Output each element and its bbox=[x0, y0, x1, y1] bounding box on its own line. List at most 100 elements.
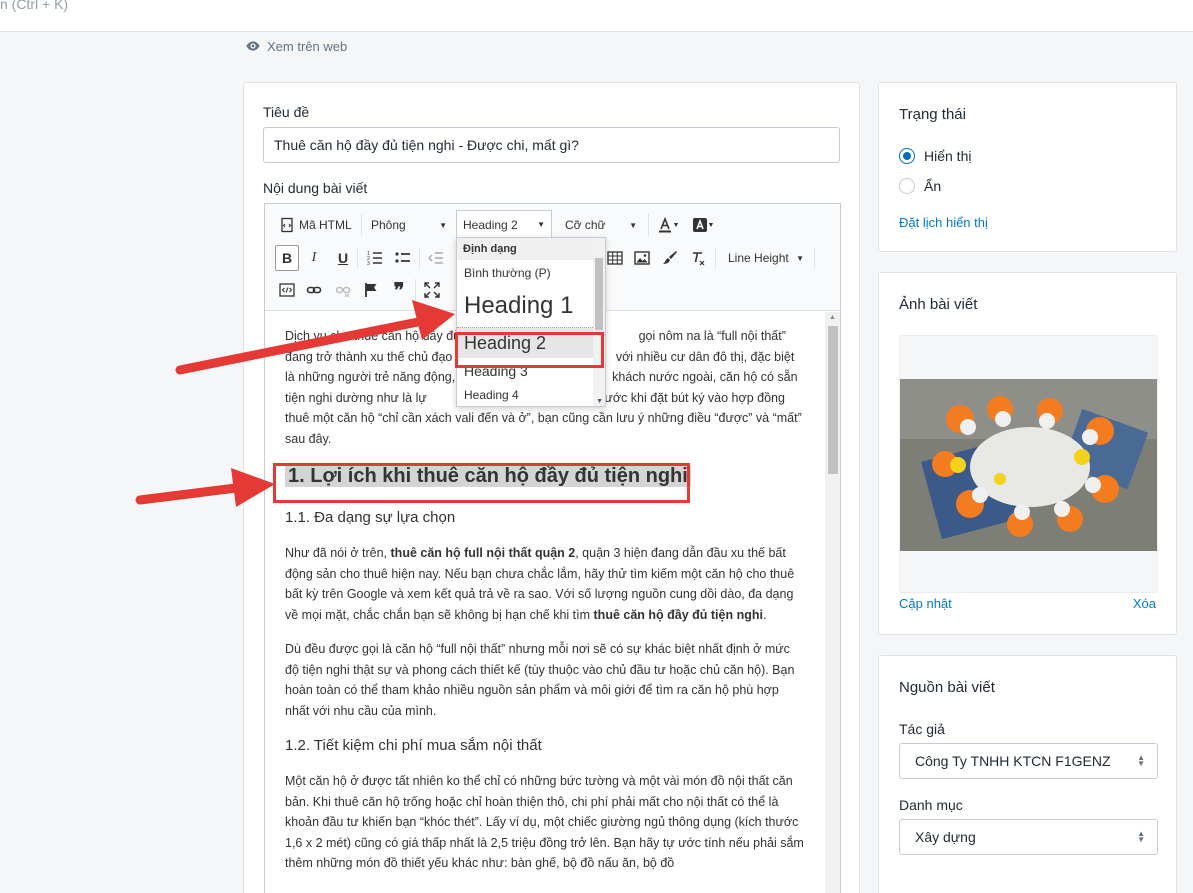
bold-keyword: thuê căn hộ full nội thất quận 2 bbox=[390, 546, 576, 560]
clear-format-button[interactable] bbox=[686, 245, 710, 271]
format-dropdown[interactable]: Heading 2 ▼ bbox=[456, 210, 552, 238]
category-label: Danh mục bbox=[899, 797, 963, 813]
bold-button[interactable]: B bbox=[275, 245, 299, 271]
status-option-label: Hiển thị bbox=[924, 148, 972, 164]
code-view-icon bbox=[279, 283, 295, 297]
caret-down-icon: ▼ bbox=[439, 220, 447, 230]
unordered-list-button[interactable] bbox=[391, 245, 415, 271]
anchor-button[interactable] bbox=[359, 277, 383, 303]
radio-unchecked-icon[interactable] bbox=[899, 178, 915, 194]
outdent-button[interactable] bbox=[424, 245, 448, 271]
insert-image-button[interactable] bbox=[630, 245, 654, 271]
ordered-list-button[interactable]: 123 bbox=[363, 245, 387, 271]
insert-link-button[interactable] bbox=[302, 277, 326, 303]
format-option-normal[interactable]: Bình thường (P) bbox=[457, 260, 605, 286]
category-select[interactable]: Xây dựng ▲ ▼ bbox=[899, 819, 1158, 855]
scroll-up-icon[interactable]: ▲ bbox=[829, 314, 836, 321]
toolbar-separator bbox=[357, 247, 358, 269]
status-title: Trạng thái bbox=[899, 106, 966, 123]
font-family-label: Phông bbox=[371, 218, 406, 232]
italic-button[interactable]: I bbox=[302, 245, 326, 271]
eye-icon bbox=[246, 41, 260, 51]
format-menu-header: Định dạng bbox=[457, 238, 605, 260]
status-card: Trạng thái Hiển thị Ẩn Đặt lịch hiển thị bbox=[878, 82, 1177, 252]
unlink-button[interactable] bbox=[331, 277, 355, 303]
table-button[interactable] bbox=[603, 245, 627, 271]
format-menu-scroll-thumb[interactable] bbox=[595, 258, 603, 330]
format-option-heading-1[interactable]: Heading 1 bbox=[457, 286, 605, 328]
heading-3-block: 1.2. Tiết kiệm chi phí mua sắm nội thất bbox=[285, 737, 542, 754]
paragraph-text: Như đã nói ở trên, bbox=[285, 546, 391, 560]
paragraph: Dù đều được gọi là căn hộ “full nội thất… bbox=[285, 642, 795, 718]
toolbar-separator bbox=[419, 247, 420, 269]
image-title: Ảnh bài viết bbox=[899, 296, 978, 313]
font-size-dropdown[interactable]: Cỡ chữ ▼ bbox=[559, 212, 643, 238]
select-arrows-icon: ▲ ▼ bbox=[1137, 753, 1145, 768]
delete-image-link[interactable]: Xóa bbox=[1133, 596, 1156, 611]
paragraph: Một căn hộ ở được tất nhiên ko thể chỉ c… bbox=[285, 774, 804, 870]
heading-text-highlight-box bbox=[273, 463, 690, 503]
fullscreen-button[interactable] bbox=[420, 277, 444, 303]
caret-down-icon: ▼ bbox=[672, 221, 680, 229]
schedule-link[interactable]: Đặt lịch hiển thị bbox=[899, 215, 988, 230]
flag-icon bbox=[365, 283, 377, 297]
format-dropdown-menu: Định dạng Bình thường (P) Heading 1 Head… bbox=[456, 237, 606, 407]
ordered-list-icon: 123 bbox=[367, 251, 382, 266]
radio-checked-icon[interactable] bbox=[899, 148, 915, 164]
status-option-label: Ẩn bbox=[924, 178, 942, 194]
underline-button[interactable]: U bbox=[331, 245, 355, 271]
search-hint[interactable]: n (Ctrl + K) bbox=[0, 0, 68, 12]
format-option-heading-4[interactable]: Heading 4 bbox=[457, 384, 605, 404]
intro-text-1: Dịch vụ cho thuê căn hộ đầy đủ bbox=[285, 329, 464, 343]
paragraph-text: . bbox=[762, 607, 767, 622]
bg-color-icon bbox=[692, 218, 707, 232]
construction-workers-photo bbox=[900, 379, 1157, 551]
toolbar-separator bbox=[415, 279, 416, 301]
author-select[interactable]: Công Ty TNHH KTCN F1GENZ ▲ ▼ bbox=[899, 743, 1158, 779]
html-code-icon bbox=[281, 217, 293, 233]
content-label: Nội dung bài viết bbox=[263, 180, 368, 196]
format-painter-button[interactable] bbox=[658, 245, 682, 271]
image-icon bbox=[634, 251, 650, 265]
toolbar-separator bbox=[814, 247, 815, 269]
line-height-label: Line Height bbox=[728, 251, 789, 265]
editor-scroll-thumb[interactable] bbox=[828, 326, 838, 474]
source-card: Nguồn bài viết Tác giả Công Ty TNHH KTCN… bbox=[878, 655, 1177, 893]
caret-down-icon: ▼ bbox=[537, 220, 545, 229]
heading-2-highlight-box bbox=[455, 332, 604, 368]
format-label: Heading 2 bbox=[463, 217, 518, 232]
featured-image-card: Ảnh bài viết Cập nhật Xóa bbox=[878, 272, 1177, 635]
toolbar-separator bbox=[715, 247, 716, 269]
status-option-hidden[interactable]: Ẩn bbox=[899, 178, 941, 194]
category-value: Xây dựng bbox=[915, 829, 976, 845]
scroll-down-icon[interactable]: ▼ bbox=[596, 398, 603, 405]
link-icon bbox=[306, 286, 322, 294]
status-option-visible[interactable]: Hiển thị bbox=[899, 148, 971, 164]
heading-3-block: 1.1. Đa dạng sự lựa chọn bbox=[285, 509, 456, 526]
author-label: Tác giả bbox=[899, 721, 945, 737]
brush-icon bbox=[663, 251, 677, 264]
blockquote-button[interactable]: ❞ bbox=[387, 277, 411, 303]
line-height-dropdown[interactable]: Line Height ▼ bbox=[722, 245, 810, 271]
update-image-link[interactable]: Cập nhật bbox=[899, 596, 952, 611]
view-on-web-link[interactable]: Xem trên web bbox=[245, 38, 347, 54]
source-title: Nguồn bài viết bbox=[899, 679, 995, 696]
font-family-dropdown[interactable]: Phông ▼ bbox=[365, 212, 453, 238]
text-color-icon bbox=[658, 217, 671, 233]
unlink-icon bbox=[335, 286, 351, 298]
text-color-button[interactable]: ▼ bbox=[653, 212, 683, 238]
html-mode-button[interactable]: Mã HTML bbox=[279, 212, 352, 238]
toolbar-separator bbox=[361, 214, 362, 236]
font-size-label: Cỡ chữ bbox=[565, 218, 606, 232]
author-value: Công Ty TNHH KTCN F1GENZ bbox=[915, 753, 1111, 769]
title-label: Tiêu đề bbox=[263, 104, 310, 120]
select-arrows-icon: ▲ ▼ bbox=[1137, 829, 1145, 844]
featured-image[interactable] bbox=[899, 335, 1158, 593]
top-bar: n (Ctrl + K) bbox=[0, 0, 1193, 32]
clear-format-icon bbox=[693, 252, 705, 266]
code-view-button[interactable] bbox=[275, 277, 299, 303]
svg-text:3: 3 bbox=[367, 261, 370, 266]
bg-color-button[interactable]: ▼ bbox=[687, 212, 719, 238]
title-input[interactable]: Thuê căn hộ đầy đủ tiện nghi - Được chi,… bbox=[263, 127, 840, 163]
unordered-list-icon bbox=[395, 252, 410, 263]
